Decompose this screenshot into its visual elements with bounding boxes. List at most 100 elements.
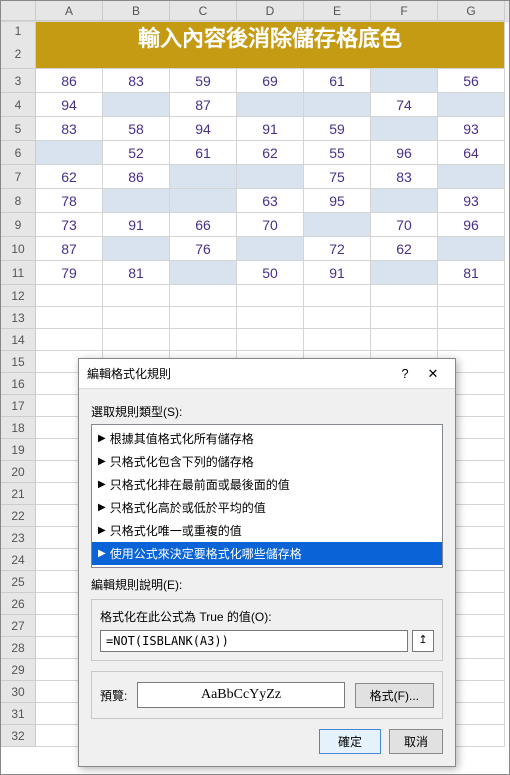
cell[interactable] (103, 189, 170, 213)
cell[interactable] (438, 285, 505, 307)
cell[interactable] (438, 93, 505, 117)
cell[interactable] (438, 307, 505, 329)
cell[interactable]: 81 (103, 261, 170, 285)
cell[interactable] (237, 93, 304, 117)
row-header-5[interactable]: 5 (1, 117, 36, 141)
cell[interactable]: 52 (103, 141, 170, 165)
cell[interactable] (170, 261, 237, 285)
col-header-a[interactable]: A (36, 1, 103, 21)
cell[interactable]: 72 (304, 237, 371, 261)
cell[interactable]: 59 (170, 69, 237, 93)
cell[interactable] (371, 189, 438, 213)
cell[interactable]: 79 (36, 261, 103, 285)
row-header-10[interactable]: 10 (1, 237, 36, 261)
cell[interactable] (170, 165, 237, 189)
row-header-22[interactable]: 22 (1, 505, 36, 527)
cell[interactable]: 63 (237, 189, 304, 213)
row-header-3[interactable]: 3 (1, 69, 36, 93)
cell[interactable] (103, 307, 170, 329)
row-header-18[interactable]: 18 (1, 417, 36, 439)
row-header-21[interactable]: 21 (1, 483, 36, 505)
cell[interactable] (237, 237, 304, 261)
rule-type-option[interactable]: ▶根據其值格式化所有儲存格 (92, 427, 442, 450)
cell[interactable]: 96 (438, 213, 505, 237)
cell[interactable]: 94 (170, 117, 237, 141)
cell[interactable]: 62 (36, 165, 103, 189)
row-header-7[interactable]: 7 (1, 165, 36, 189)
row-header-29[interactable]: 29 (1, 659, 36, 681)
cell[interactable] (170, 329, 237, 351)
cell[interactable]: 70 (371, 213, 438, 237)
cell[interactable]: 61 (170, 141, 237, 165)
row-header-12[interactable]: 12 (1, 285, 36, 307)
col-header-c[interactable]: C (170, 1, 237, 21)
formula-input[interactable] (100, 630, 408, 652)
cell[interactable] (304, 285, 371, 307)
cell[interactable] (103, 285, 170, 307)
rule-type-list[interactable]: ▶根據其值格式化所有儲存格▶只格式化包含下列的儲存格▶只格式化排在最前面或最後面… (91, 424, 443, 568)
close-button[interactable]: ✕ (419, 366, 447, 382)
row-header-9[interactable]: 9 (1, 213, 36, 237)
row-header-23[interactable]: 23 (1, 527, 36, 549)
col-header-e[interactable]: E (304, 1, 371, 21)
row-header-14[interactable]: 14 (1, 329, 36, 351)
cell[interactable]: 69 (237, 69, 304, 93)
cell[interactable]: 64 (438, 141, 505, 165)
cell[interactable]: 86 (103, 165, 170, 189)
cell[interactable] (438, 165, 505, 189)
row-header-26[interactable]: 26 (1, 593, 36, 615)
cell[interactable]: 87 (36, 237, 103, 261)
row-header-2[interactable]: 2 (1, 39, 36, 69)
row-header-1[interactable]: 1 (1, 22, 36, 40)
cell[interactable]: 62 (237, 141, 304, 165)
row-header-28[interactable]: 28 (1, 637, 36, 659)
dialog-titlebar[interactable]: 編輯格式化規則 ? ✕ (79, 359, 455, 389)
cell[interactable]: 91 (237, 117, 304, 141)
title-banner-2[interactable]: 輸入內容後消除儲存格底色 (36, 39, 505, 69)
col-header-b[interactable]: B (103, 1, 170, 21)
cell[interactable]: 75 (304, 165, 371, 189)
cell[interactable]: 66 (170, 213, 237, 237)
cell[interactable] (103, 329, 170, 351)
row-header-20[interactable]: 20 (1, 461, 36, 483)
cell[interactable] (371, 69, 438, 93)
cell[interactable]: 70 (237, 213, 304, 237)
cell[interactable] (371, 261, 438, 285)
cell[interactable]: 73 (36, 213, 103, 237)
cell[interactable] (36, 307, 103, 329)
row-header-11[interactable]: 11 (1, 261, 36, 285)
rule-type-option[interactable]: ▶只格式化包含下列的儲存格 (92, 450, 442, 473)
cell[interactable] (36, 329, 103, 351)
rule-type-option[interactable]: ▶只格式化排在最前面或最後面的值 (92, 473, 442, 496)
row-header-32[interactable]: 32 (1, 725, 36, 747)
cell[interactable] (103, 237, 170, 261)
cell[interactable]: 74 (371, 93, 438, 117)
row-header-24[interactable]: 24 (1, 549, 36, 571)
row-header-30[interactable]: 30 (1, 681, 36, 703)
cell[interactable]: 62 (371, 237, 438, 261)
cell[interactable] (371, 117, 438, 141)
range-reference-button[interactable]: ↥ (412, 630, 434, 652)
rule-type-option[interactable]: ▶使用公式來決定要格式化哪些儲存格 (92, 542, 442, 565)
cell[interactable] (438, 237, 505, 261)
help-button[interactable]: ? (391, 366, 419, 381)
cell[interactable]: 61 (304, 69, 371, 93)
cell[interactable] (304, 93, 371, 117)
format-button[interactable]: 格式(F)... (355, 683, 434, 708)
cell[interactable]: 55 (304, 141, 371, 165)
row-header-31[interactable]: 31 (1, 703, 36, 725)
row-header-27[interactable]: 27 (1, 615, 36, 637)
row-header-19[interactable]: 19 (1, 439, 36, 461)
row-header-8[interactable]: 8 (1, 189, 36, 213)
row-header-25[interactable]: 25 (1, 571, 36, 593)
cell[interactable]: 56 (438, 69, 505, 93)
cell[interactable]: 76 (170, 237, 237, 261)
cell[interactable]: 91 (304, 261, 371, 285)
cell[interactable]: 59 (304, 117, 371, 141)
cell[interactable] (371, 285, 438, 307)
row-header-15[interactable]: 15 (1, 351, 36, 373)
cell[interactable]: 91 (103, 213, 170, 237)
cell[interactable]: 86 (36, 69, 103, 93)
cell[interactable] (304, 213, 371, 237)
col-header-f[interactable]: F (371, 1, 438, 21)
